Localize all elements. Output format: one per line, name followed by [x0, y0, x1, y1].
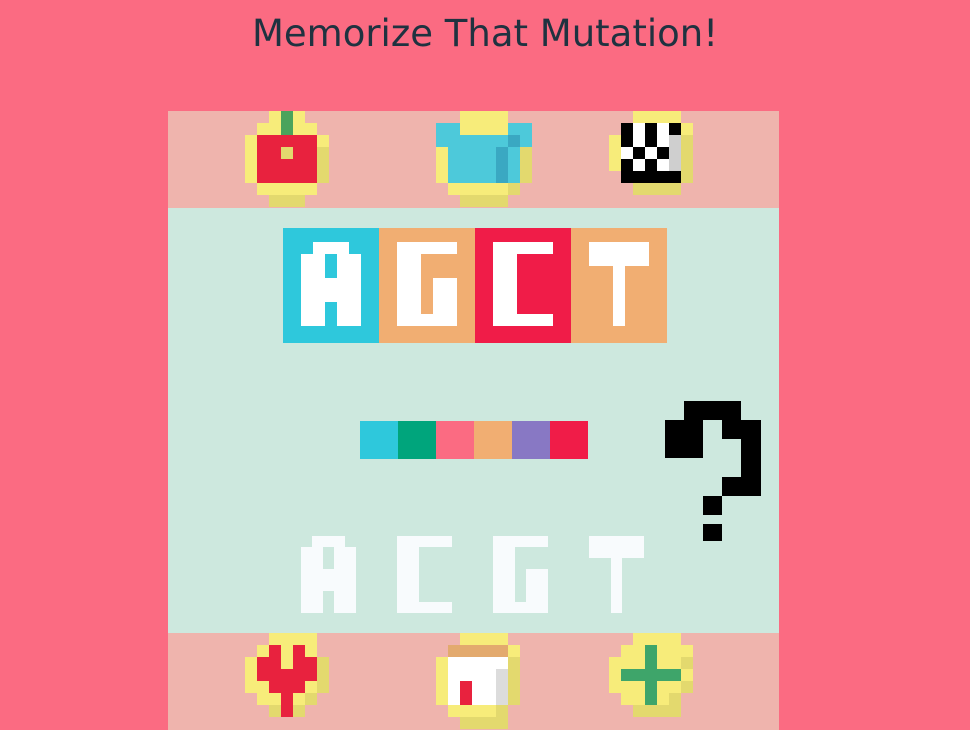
heart-icon[interactable] [245, 633, 341, 729]
sequence-letter [493, 242, 553, 326]
plus-icon[interactable] [609, 633, 705, 729]
sequence-tile-a: A [283, 228, 379, 343]
question-mark-icon [665, 401, 761, 545]
apple-icon[interactable] [245, 111, 341, 207]
color-bar [360, 421, 588, 459]
shirt-icon[interactable] [436, 111, 532, 207]
top-item-bar [168, 111, 779, 208]
jar-icon[interactable] [436, 633, 532, 729]
sequence-tile-g: G [379, 228, 475, 343]
target-sequence: AGCT [283, 228, 667, 343]
answer-letter-c[interactable]: C [397, 536, 452, 617]
page-title: Memorize That Mutation! [251, 12, 719, 55]
game-board: AGCT ACGT [168, 111, 779, 730]
color-bar-segment [474, 421, 512, 459]
sequence-letter [589, 242, 649, 326]
color-bar-segment [398, 421, 436, 459]
sequence-letter [301, 242, 361, 326]
answer-letter-g[interactable]: G [493, 536, 548, 617]
answer-letter-a[interactable]: A [301, 536, 356, 617]
color-bar-segment [436, 421, 474, 459]
answer-letter-t[interactable]: T [589, 536, 644, 617]
color-bar-segment [550, 421, 588, 459]
bottom-item-bar [168, 633, 779, 730]
sequence-tile-c: C [475, 228, 571, 343]
color-bar-segment [512, 421, 550, 459]
checkerboard-icon[interactable] [609, 111, 705, 207]
sequence-tile-t: T [571, 228, 667, 343]
sequence-letter [397, 242, 457, 326]
color-bar-segment [360, 421, 398, 459]
